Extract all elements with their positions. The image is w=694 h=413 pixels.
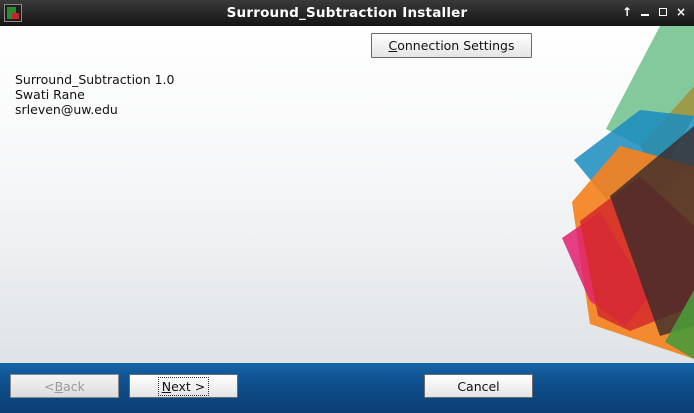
back-button[interactable]: < Back [10,374,119,398]
back-label: ack [63,378,85,394]
button-bar: < Back Next > Cancel [0,363,694,413]
next-focus-ring: Next > [157,376,210,396]
back-prefix: < [44,378,55,394]
window-title: Surround_Subtraction Installer [226,5,468,21]
next-label: ext > [171,378,206,394]
window-controls: ↑ × [620,4,688,20]
content-area: Connection Settings Surround_Subtraction… [0,26,694,363]
product-name: Surround_Subtraction 1.0 [15,72,175,87]
minimize-icon[interactable] [638,4,652,20]
product-info: Surround_Subtraction 1.0 Swati Rane srle… [15,72,174,117]
next-button[interactable]: Next > [129,374,238,398]
connection-settings-mnemonic: C [388,38,398,53]
cancel-button[interactable]: Cancel [424,374,533,398]
author-name: Swati Rane [15,87,85,102]
connection-settings-label: onnection Settings [397,38,515,53]
next-mnemonic: N [161,378,172,394]
title-bar[interactable]: Surround_Subtraction Installer ↑ × [0,0,694,26]
installer-window: Surround_Subtraction Installer ↑ × C onn… [0,0,694,413]
author-email: srleven@uw.edu [15,102,118,117]
pin-icon[interactable]: ↑ [620,4,634,20]
connection-settings-button[interactable]: Connection Settings [371,33,532,58]
close-icon[interactable]: × [674,4,688,20]
back-mnemonic: B [54,378,64,394]
maximize-icon[interactable] [656,4,670,20]
